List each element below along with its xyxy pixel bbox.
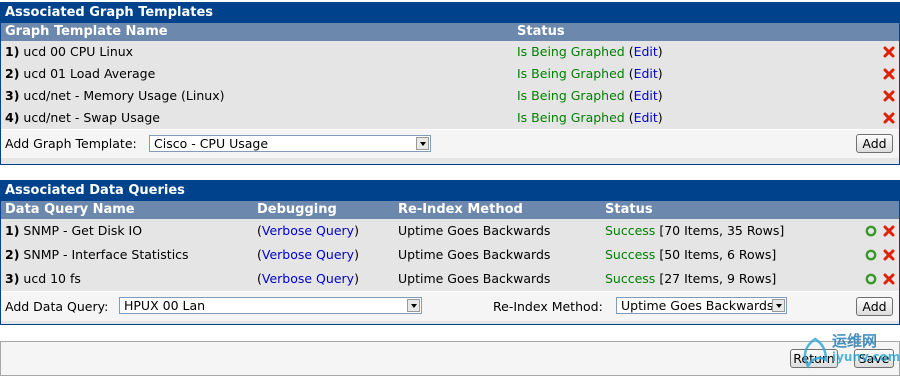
edit-link[interactable]: Edit — [634, 44, 658, 59]
row-number: 1) — [5, 44, 20, 59]
col-status: Status — [605, 202, 653, 217]
graph-template-select[interactable]: Cisco - CPU Usage — [149, 135, 431, 152]
graph-template-name: ucd 00 CPU Linux — [23, 44, 134, 59]
data-queries-panel: Associated Data Queries Data Query Name … — [0, 180, 900, 325]
status-detail: [70 Items, 35 Rows] — [659, 223, 785, 238]
status-text: Is Being Graphed — [517, 110, 625, 125]
delete-icon[interactable] — [883, 46, 895, 58]
add-data-query-button[interactable]: Add — [856, 297, 893, 316]
delete-icon[interactable] — [883, 273, 895, 285]
add-data-query-row: Add Data Query: HPUX 00 Lan Re-Index Met… — [1, 291, 899, 321]
graph-templates-header: Graph Template Name Status — [1, 23, 899, 41]
data-query-select[interactable]: HPUX 00 Lan — [119, 297, 422, 314]
chevron-down-icon[interactable] — [416, 137, 429, 150]
col-data-query-name: Data Query Name — [5, 202, 135, 217]
graph-templates-title: Associated Graph Templates — [1, 3, 899, 23]
verbose-query-link[interactable]: Verbose Query — [262, 271, 354, 286]
add-data-query-label: Add Data Query: — [5, 299, 109, 314]
verbose-query-link[interactable]: Verbose Query — [262, 223, 354, 238]
row-number: 3) — [5, 88, 20, 103]
graph-template-name: ucd/net - Memory Usage (Linux) — [23, 88, 225, 103]
add-graph-template-row: Add Graph Template: Cisco - CPU Usage Ad… — [1, 129, 899, 158]
delete-icon[interactable] — [883, 225, 895, 237]
status-detail: [50 Items, 6 Rows] — [659, 247, 777, 262]
table-row: 4) ucd/net - Swap Usage Is Being Graphed… — [1, 107, 899, 129]
data-query-select-value: HPUX 00 Lan — [124, 298, 206, 313]
delete-icon[interactable] — [883, 68, 895, 80]
reindex-method-select[interactable]: Uptime Goes Backwards — [616, 297, 787, 314]
edit-link[interactable]: Edit — [634, 110, 658, 125]
graph-templates-panel: Associated Graph Templates Graph Templat… — [0, 2, 900, 165]
table-row: 2) ucd 01 Load Average Is Being Graphed … — [1, 63, 899, 85]
reindex-method-text: Uptime Goes Backwards — [398, 223, 551, 238]
add-graph-template-label: Add Graph Template: — [5, 136, 137, 151]
table-row: 2) SNMP - Interface Statistics (Verbose … — [1, 243, 899, 267]
chevron-down-icon[interactable] — [407, 299, 420, 312]
form-footer: Return Save — [0, 341, 900, 376]
table-row: 3) ucd 10 fs (Verbose Query) Uptime Goes… — [1, 267, 899, 291]
status-text: Success — [605, 271, 656, 286]
col-debugging: Debugging — [257, 202, 337, 217]
row-number: 2) — [5, 66, 20, 81]
col-reindex-method: Re-Index Method — [398, 202, 523, 217]
data-queries-header: Data Query Name Debugging Re-Index Metho… — [1, 201, 899, 219]
table-row: 1) SNMP - Get Disk IO (Verbose Query) Up… — [1, 219, 899, 243]
status-text: Is Being Graphed — [517, 44, 625, 59]
data-query-name: SNMP - Interface Statistics — [23, 247, 189, 262]
graph-template-name: ucd 01 Load Average — [23, 66, 156, 81]
row-number: 4) — [5, 110, 20, 125]
graph-template-name: ucd/net - Swap Usage — [23, 110, 160, 125]
return-button[interactable]: Return — [790, 349, 838, 368]
chevron-down-icon[interactable] — [772, 299, 785, 312]
add-graph-template-button[interactable]: Add — [856, 134, 893, 153]
row-number: 3) — [5, 271, 20, 286]
edit-link[interactable]: Edit — [634, 66, 658, 81]
data-query-name: SNMP - Get Disk IO — [23, 223, 143, 238]
delete-icon[interactable] — [883, 112, 895, 124]
reload-icon[interactable] — [865, 225, 877, 237]
table-row: 3) ucd/net - Memory Usage (Linux) Is Bei… — [1, 85, 899, 107]
status-text: Success — [605, 247, 656, 262]
status-detail: [27 Items, 9 Rows] — [659, 271, 777, 286]
row-number: 1) — [5, 223, 20, 238]
delete-icon[interactable] — [883, 249, 895, 261]
save-button[interactable]: Save — [854, 349, 894, 368]
edit-link[interactable]: Edit — [634, 88, 658, 103]
reindex-method-text: Uptime Goes Backwards — [398, 271, 551, 286]
reindex-method-select-value: Uptime Goes Backwards — [621, 298, 774, 313]
reindex-method-label: Re-Index Method: — [493, 299, 603, 314]
col-status: Status — [517, 24, 565, 39]
data-query-name: ucd 10 fs — [23, 271, 81, 286]
table-row: 1) ucd 00 CPU Linux Is Being Graphed (Ed… — [1, 41, 899, 63]
data-queries-title: Associated Data Queries — [1, 181, 899, 201]
reload-icon[interactable] — [865, 249, 877, 261]
verbose-query-link[interactable]: Verbose Query — [262, 247, 354, 262]
graph-template-select-value: Cisco - CPU Usage — [154, 136, 269, 151]
delete-icon[interactable] — [883, 90, 895, 102]
col-graph-template-name: Graph Template Name — [5, 24, 168, 39]
status-text: Success — [605, 223, 656, 238]
status-text: Is Being Graphed — [517, 88, 625, 103]
status-text: Is Being Graphed — [517, 66, 625, 81]
reload-icon[interactable] — [865, 273, 877, 285]
row-number: 2) — [5, 247, 20, 262]
reindex-method-text: Uptime Goes Backwards — [398, 247, 551, 262]
